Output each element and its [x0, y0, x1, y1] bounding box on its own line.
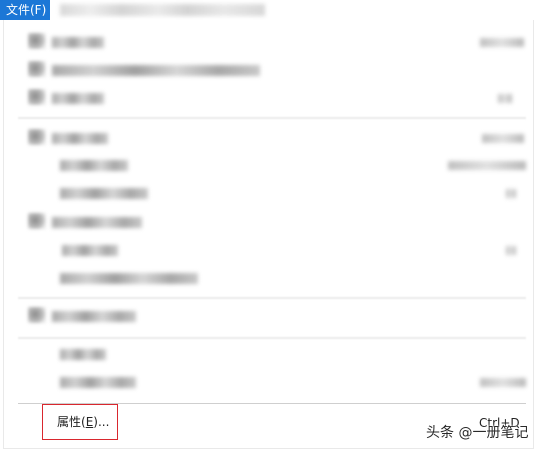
menu-bar: 文件(F) — [0, 0, 537, 20]
menu-item-obscured[interactable] — [52, 65, 260, 76]
menu-item-icon — [28, 33, 46, 49]
menu-separator — [18, 117, 526, 119]
submenu-item-obscured[interactable] — [60, 188, 148, 199]
menu-shortcut-obscured — [480, 378, 526, 387]
menu-item-obscured[interactable] — [52, 37, 104, 48]
menu-item-obscured[interactable] — [52, 311, 136, 322]
menu-item-obscured[interactable] — [52, 93, 104, 104]
menu-separator — [18, 337, 526, 339]
menu-shortcut-obscured — [482, 134, 524, 143]
watermark: 头条 @一册笔记 — [426, 425, 529, 441]
menu-shortcut-obscured — [480, 38, 524, 47]
menu-separator — [18, 297, 526, 299]
submenu-item-obscured[interactable] — [60, 377, 136, 388]
properties-label-prefix: 属性( — [57, 415, 86, 429]
menu-item-obscured[interactable] — [52, 133, 108, 144]
menu-shortcut-obscured — [506, 189, 516, 198]
menu-shortcut-obscured — [448, 161, 526, 170]
submenu-item-obscured[interactable] — [62, 245, 118, 256]
file-dropdown-menu — [3, 20, 534, 449]
submenu-item-obscured[interactable] — [60, 349, 106, 360]
properties-label-suffix: )... — [93, 415, 110, 429]
submenu-item-obscured[interactable] — [60, 160, 128, 171]
menu-item-icon — [28, 61, 46, 77]
properties-menu-item[interactable]: 属性(E)... — [42, 404, 118, 440]
menu-item-icon — [28, 89, 46, 105]
menu-shortcut-obscured — [498, 94, 512, 103]
menu-item-icon — [28, 213, 46, 229]
menu-bar-items-obscured[interactable] — [60, 4, 265, 16]
menu-item-icon — [28, 307, 46, 323]
file-menu[interactable]: 文件(F) — [0, 0, 50, 20]
menu-shortcut-obscured — [506, 246, 516, 255]
menu-item-obscured[interactable] — [52, 217, 142, 228]
menu-item-icon — [28, 129, 46, 145]
submenu-item-obscured[interactable] — [60, 273, 198, 284]
